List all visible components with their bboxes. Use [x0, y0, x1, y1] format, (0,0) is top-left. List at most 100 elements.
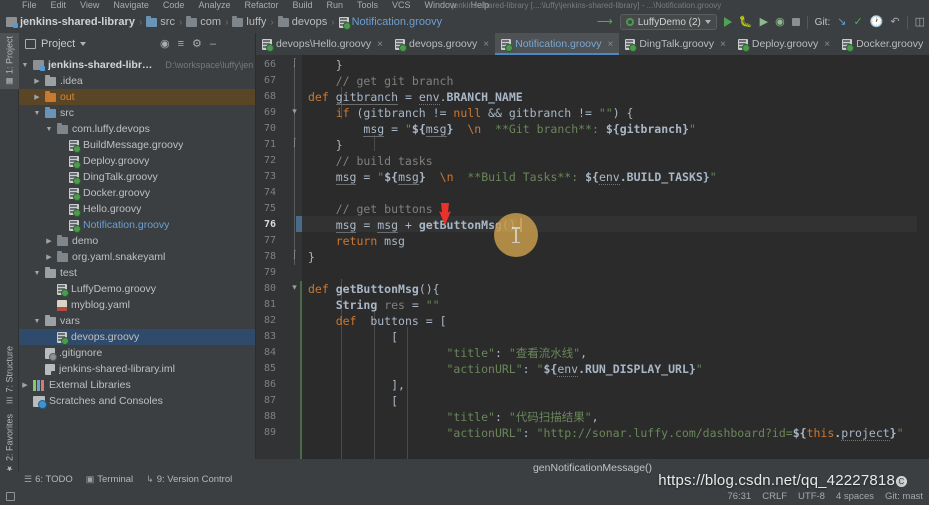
menu-item-view[interactable]: View [80, 0, 99, 11]
tree-row-test[interactable]: ▼ test [19, 265, 255, 281]
fold-end-icon[interactable]: ⎰ [290, 59, 299, 68]
tab-dingtalk-groovy[interactable]: DingTalk.groovy × [619, 33, 732, 55]
close-icon[interactable]: × [377, 39, 383, 50]
profile-icon[interactable]: ◉ [775, 16, 785, 28]
chevron-down-icon[interactable]: ▼ [33, 110, 41, 117]
commit-icon[interactable]: ✓ [853, 16, 862, 28]
chevron-down-icon[interactable]: ▼ [33, 318, 41, 325]
code-content[interactable]: } // get git branch def gitbranch = env.… [302, 55, 929, 459]
file-encoding[interactable]: UTF-8 [798, 491, 825, 502]
tree-row-devops-groovy[interactable]: devops.groovy [19, 329, 255, 345]
tool-window-todo[interactable]: ☰ 6: TODO [24, 474, 73, 485]
breadcrumb-item-src[interactable]: src [146, 15, 175, 28]
tree-row-hello[interactable]: Hello.groovy [19, 201, 255, 217]
close-icon[interactable]: × [720, 39, 726, 50]
chevron-down-icon[interactable] [80, 42, 87, 46]
tree-row-luffydemo[interactable]: LuffyDemo.groovy [19, 281, 255, 297]
menu-item-code[interactable]: Code [163, 0, 185, 11]
breadcrumb-item-luffy[interactable]: luffy [232, 15, 266, 28]
fold-end-icon[interactable]: ⎰ [290, 139, 299, 148]
stop-icon[interactable] [791, 18, 800, 26]
close-icon[interactable]: × [608, 39, 614, 50]
tree-row-docker[interactable]: Docker.groovy [19, 185, 255, 201]
editor-gutter[interactable]: 66 67 68 69 70 71 72 73 74 75 76 77 78 7… [256, 55, 302, 459]
tree-row-gitignore[interactable]: .gitignore [19, 345, 255, 361]
debug-icon[interactable]: 🐛 [739, 16, 753, 28]
fold-start-icon[interactable]: ▾ [290, 283, 299, 292]
chevron-right-icon[interactable]: ▶ [45, 253, 53, 261]
git-branch-widget[interactable]: Git: mast [885, 491, 923, 502]
tree-row-external-libraries[interactable]: ▶ External Libraries [19, 377, 255, 393]
run-with-coverage-icon[interactable]: ▶‍ [760, 16, 768, 28]
tree-row-jenkins-shared-library[interactable]: ▼ jenkins-shared-library D:\workspace\lu… [19, 57, 255, 73]
fold-start-icon[interactable]: ▾ [290, 107, 299, 116]
back-arrow-icon[interactable]: ⟶ [597, 16, 613, 28]
line-separator[interactable]: CRLF [762, 491, 787, 502]
settings-icon[interactable]: ⚙ [192, 38, 202, 50]
menu-item-tools[interactable]: Tools [357, 0, 378, 11]
expand-collapse-icon[interactable]: ≡ [178, 38, 184, 50]
menu-item-refactor[interactable]: Refactor [244, 0, 278, 11]
history-icon[interactable]: 🕐 [870, 16, 884, 28]
tree-row-vars[interactable]: ▼ vars [19, 313, 255, 329]
tree-row-out[interactable]: ▶ out [19, 89, 255, 105]
tree-row-iml[interactable]: jenkins-shared-library.iml [19, 361, 255, 377]
close-icon[interactable]: × [824, 39, 830, 50]
tree-row-dingtalk[interactable]: DingTalk.groovy [19, 169, 255, 185]
menu-item-run[interactable]: Run [327, 0, 344, 11]
chevron-right-icon[interactable]: ▶ [45, 237, 53, 245]
rollback-icon[interactable]: ↶ [890, 16, 899, 28]
tree-row-src[interactable]: ▼ src [19, 105, 255, 121]
sidebar-item-project[interactable]: ▦ 1: Project [0, 33, 19, 90]
tab-deploy-groovy[interactable]: Deploy.groovy × [732, 33, 836, 55]
tree-row-idea[interactable]: ▶ .idea [19, 73, 255, 89]
status-left[interactable] [6, 492, 15, 501]
breadcrumb-item-devops[interactable]: devops [277, 15, 327, 28]
breadcrumb-item-file[interactable]: Notification.groovy [338, 16, 442, 30]
tab-devops-hello-groovy[interactable]: devops\Hello.groovy × [256, 33, 389, 55]
code-editor[interactable]: 66 67 68 69 70 71 72 73 74 75 76 77 78 7… [256, 55, 929, 459]
tree-row-myblog-yaml[interactable]: myblog.yaml [19, 297, 255, 313]
tool-window-version-control[interactable]: ↳ 9: Version Control [146, 474, 232, 485]
breadcrumb-item-project[interactable]: jenkins-shared-library [6, 16, 135, 28]
menu-item-edit[interactable]: Edit [51, 0, 67, 11]
tree-row-deploy[interactable]: Deploy.groovy [19, 153, 255, 169]
tree-row-demo[interactable]: ▶ demo [19, 233, 255, 249]
indent-setting[interactable]: 4 spaces [836, 491, 874, 502]
close-icon[interactable]: × [483, 39, 489, 50]
update-project-icon[interactable]: ↘ [837, 16, 846, 28]
tab-docker-groovy[interactable]: Docker.groovy × [836, 33, 929, 55]
sidebar-item-favorites[interactable]: ★ 2: Favorites [0, 411, 19, 476]
tree-row-com-luffy-devops[interactable]: ▼ com.luffy.devops [19, 121, 255, 137]
chevron-right-icon[interactable]: ▶ [33, 93, 41, 101]
menu-item-vcs[interactable]: VCS [392, 0, 411, 11]
editor-marker-strip[interactable] [917, 55, 929, 459]
run-icon[interactable] [723, 17, 732, 27]
tree-row-snakeyaml[interactable]: ▶ org.yaml.snakeyaml [19, 249, 255, 265]
tab-notification-groovy[interactable]: Notification.groovy × [495, 33, 620, 55]
chevron-down-icon[interactable]: ▼ [45, 126, 53, 133]
fold-end-icon[interactable]: ⎰ [290, 251, 299, 260]
menu-item-analyze[interactable]: Analyze [198, 0, 230, 11]
caret-position[interactable]: 76:31 [727, 491, 751, 502]
run-configuration-selector[interactable]: LuffyDemo (2) [619, 14, 717, 30]
tool-window-terminal[interactable]: ▣ Terminal [86, 474, 133, 485]
locate-icon[interactable]: ◉ [160, 38, 170, 50]
chevron-down-icon[interactable]: ▼ [21, 62, 29, 69]
menu-item-build[interactable]: Build [292, 0, 312, 11]
hide-icon[interactable]: – [210, 38, 216, 50]
breadcrumb-item-com[interactable]: com [186, 15, 221, 28]
chevron-right-icon[interactable]: ▶ [33, 77, 41, 85]
tab-devops-groovy[interactable]: devops.groovy × [389, 33, 495, 55]
search-everywhere-icon[interactable]: ◫ [915, 16, 925, 28]
menu-item-file[interactable]: File [22, 0, 37, 11]
sidebar-item-structure[interactable]: ☰ 7: Structure [0, 343, 19, 408]
chevron-down-icon[interactable]: ▼ [33, 270, 41, 277]
tree-row-buildmessage[interactable]: BuildMessage.groovy [19, 137, 255, 153]
chevron-right-icon[interactable]: ▶ [21, 381, 29, 389]
menu-item-navigate[interactable]: Navigate [113, 0, 149, 11]
tree-row-notification[interactable]: Notification.groovy [19, 217, 255, 233]
tree-row-scratches[interactable]: Scratches and Consoles [19, 393, 255, 409]
event-log-icon[interactable] [6, 492, 15, 501]
project-tree[interactable]: ▼ jenkins-shared-library D:\workspace\lu… [19, 55, 255, 459]
